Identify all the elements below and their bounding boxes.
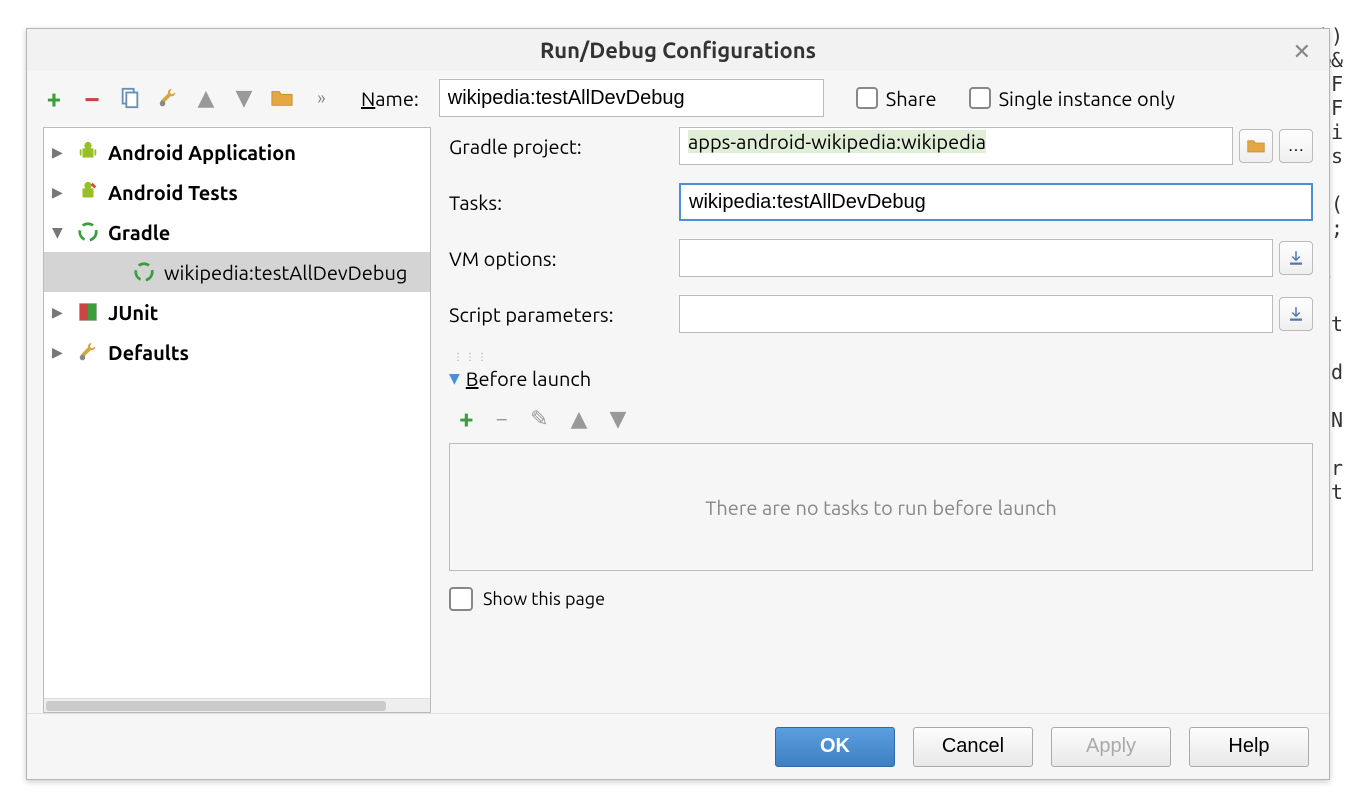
toolbar-row: + − ▲ ▼ » Name: Share	[27, 71, 1329, 127]
show-page-row: Show this page	[449, 587, 1313, 611]
android-icon	[76, 140, 100, 164]
apply-button[interactable]: Apply	[1051, 727, 1171, 767]
help-button[interactable]: Help	[1189, 727, 1309, 767]
gradle-icon	[76, 220, 100, 244]
tree-item-defaults[interactable]: Defaults	[44, 332, 430, 372]
before-launch-label: Before launch	[466, 367, 591, 390]
tasks-input[interactable]	[679, 183, 1313, 221]
tree-arrow-icon[interactable]	[52, 224, 68, 241]
gradle-project-more-icon[interactable]: …	[1279, 129, 1313, 163]
gradle-project-field[interactable]: apps-android-wikipedia:wikipedia	[679, 127, 1233, 165]
share-checkbox[interactable]	[856, 87, 878, 109]
dialog-title: Run/Debug Configurations	[540, 38, 816, 63]
gradle-icon	[132, 260, 156, 284]
edit-task-icon[interactable]: ✎	[530, 406, 548, 432]
folder-icon[interactable]	[271, 87, 293, 109]
tree-item-android-tests[interactable]: Android Tests	[44, 172, 430, 212]
show-page-checkbox[interactable]	[449, 587, 473, 611]
before-launch-header[interactable]: ▼ Before launch	[449, 367, 1313, 390]
tree-arrow-icon[interactable]	[52, 304, 68, 321]
remove-task-icon[interactable]: −	[496, 406, 508, 431]
ok-button[interactable]: OK	[775, 727, 895, 767]
tree-label: Gradle	[108, 221, 170, 244]
tree-arrow-icon[interactable]	[52, 184, 68, 201]
form-panel: Gradle project: apps-android-wikipedia:w…	[431, 127, 1313, 713]
tasks-label: Tasks:	[449, 191, 679, 214]
tree-arrow-icon[interactable]	[52, 344, 68, 361]
move-down-icon[interactable]: ▼	[233, 87, 255, 109]
move-task-down-icon[interactable]: ▼	[609, 406, 626, 432]
tasks-row: Tasks:	[449, 183, 1313, 221]
tree-h-scrollbar[interactable]	[44, 698, 430, 712]
name-label: Name:	[361, 87, 419, 110]
share-checkbox-group: Share	[856, 87, 937, 110]
tree-item-junit[interactable]: JUnit	[44, 292, 430, 332]
add-config-icon[interactable]: +	[43, 87, 65, 109]
scrollbar-thumb[interactable]	[46, 701, 386, 711]
tree-label: JUnit	[108, 301, 158, 324]
single-instance-group: Single instance only	[969, 87, 1175, 110]
script-params-input[interactable]	[679, 295, 1273, 333]
wrench-icon	[76, 340, 100, 364]
close-icon[interactable]: ✕	[1287, 37, 1317, 67]
vm-options-row: VM options:	[449, 239, 1313, 277]
vm-options-label: VM options:	[449, 247, 679, 270]
tree-arrow-icon[interactable]	[52, 144, 68, 161]
dialog-titlebar: Run/Debug Configurations ✕	[27, 29, 1329, 71]
copy-config-icon[interactable]	[119, 87, 141, 109]
config-tree: Android Application Android Tests	[44, 128, 430, 698]
tree-item-android-application[interactable]: Android Application	[44, 132, 430, 172]
dialog-content: + − ▲ ▼ » Name: Share	[27, 71, 1329, 779]
edit-defaults-icon[interactable]	[157, 87, 179, 109]
cancel-button[interactable]: Cancel	[913, 727, 1033, 767]
script-params-row: Script parameters:	[449, 295, 1313, 333]
script-params-expand-icon[interactable]	[1279, 297, 1313, 331]
dialog-button-bar: OK Cancel Apply Help	[27, 713, 1329, 779]
tree-item-gradle[interactable]: Gradle	[44, 212, 430, 252]
move-up-icon[interactable]: ▲	[195, 87, 217, 109]
move-task-up-icon[interactable]: ▲	[571, 406, 588, 432]
script-params-label: Script parameters:	[449, 303, 679, 326]
share-label: Share	[886, 87, 937, 110]
before-launch-empty-text: There are no tasks to run before launch	[705, 496, 1057, 519]
android-tests-icon	[76, 180, 100, 204]
tree-label: wikipedia:testAllDevDebug	[164, 261, 407, 284]
show-page-label: Show this page	[483, 589, 605, 609]
config-tree-panel: Android Application Android Tests	[43, 127, 431, 713]
config-toolbar: + − ▲ ▼ »	[43, 87, 331, 109]
name-input[interactable]	[439, 79, 824, 117]
vm-options-expand-icon[interactable]	[1279, 241, 1313, 275]
tree-label: Defaults	[108, 341, 189, 364]
panel-gripper[interactable]: ⋮⋮⋮	[449, 351, 1313, 361]
tree-label: Android Tests	[108, 181, 238, 204]
junit-icon	[76, 300, 100, 324]
add-task-icon[interactable]: +	[459, 404, 474, 433]
tree-item-wikipedia-config[interactable]: wikipedia:testAllDevDebug	[44, 252, 430, 292]
remove-config-icon[interactable]: −	[81, 87, 103, 109]
gradle-project-row: Gradle project: apps-android-wikipedia:w…	[449, 127, 1313, 165]
before-launch-toolbar: + − ✎ ▲ ▼	[449, 400, 1313, 437]
main-area: Android Application Android Tests	[27, 127, 1329, 713]
run-debug-dialog: Run/Debug Configurations ✕ + − ▲ ▼ »	[26, 28, 1330, 780]
tree-label: Android Application	[108, 141, 296, 164]
single-instance-checkbox[interactable]	[969, 87, 991, 109]
vm-options-input[interactable]	[679, 239, 1273, 277]
gradle-project-browse-icon[interactable]	[1239, 129, 1273, 163]
single-instance-label: Single instance only	[999, 87, 1175, 110]
expand-icon[interactable]: »	[309, 87, 331, 109]
gradle-project-label: Gradle project:	[449, 135, 679, 158]
disclosure-icon: ▼	[449, 370, 460, 387]
before-launch-list: There are no tasks to run before launch	[449, 443, 1313, 571]
